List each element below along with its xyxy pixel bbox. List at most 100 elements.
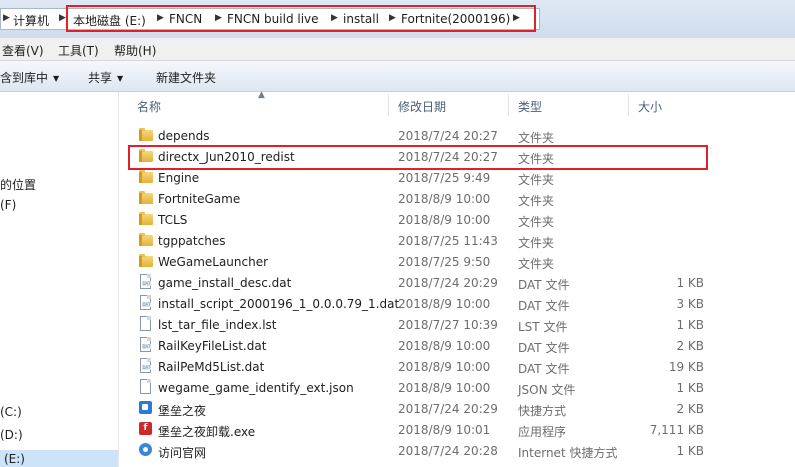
file-date: 2018/8/9 10:00 xyxy=(398,381,491,395)
nav-drive-e-selected[interactable]: (E:) xyxy=(0,450,118,467)
file-size: 1 KB xyxy=(676,276,704,290)
column-divider[interactable] xyxy=(388,94,389,116)
file-type: DAT 文件 xyxy=(518,341,570,355)
file-row[interactable]: f 堡垒之夜卸载.exe 2018/8/9 10:01 应用程序 7,111 K… xyxy=(130,419,795,440)
file-date: 2018/7/24 20:27 xyxy=(398,129,498,143)
file-row[interactable]: WeGameLauncher 2018/7/25 9:50 文件夹 xyxy=(130,251,795,272)
shortcut-icon xyxy=(138,400,154,416)
file-type: LST 文件 xyxy=(518,320,568,334)
dat-file-icon: DAT xyxy=(138,295,154,311)
file-date: 2018/8/9 10:00 xyxy=(398,297,491,311)
file-type: DAT 文件 xyxy=(518,278,570,292)
file-name: install_script_2000196_1_0.0.0.79_1.dat xyxy=(158,297,400,311)
file-size: 2 KB xyxy=(676,402,704,416)
file-row[interactable]: DAT RailKeyFileList.dat 2018/8/9 10:00 D… xyxy=(130,335,795,356)
dat-file-icon: DAT xyxy=(138,358,154,374)
file-row[interactable]: DAT install_script_2000196_1_0.0.0.79_1.… xyxy=(130,293,795,314)
file-type: 文件夹 xyxy=(518,257,555,271)
file-name: wegame_game_identify_ext.json xyxy=(158,381,354,395)
folder-icon xyxy=(138,190,154,206)
file-date: 2018/7/24 20:29 xyxy=(398,276,498,290)
file-type: 文件夹 xyxy=(518,215,555,229)
share-button[interactable]: 共享 ▼ xyxy=(88,69,123,86)
file-name: depends xyxy=(158,129,210,143)
file-date: 2018/7/25 9:50 xyxy=(398,255,491,269)
chevron-right-icon[interactable]: ▶ xyxy=(59,13,66,23)
file-name: 堡垒之夜 xyxy=(158,404,207,418)
file-date: 2018/7/24 20:29 xyxy=(398,402,498,416)
file-date: 2018/8/9 10:00 xyxy=(398,192,491,206)
menu-view[interactable]: 查看(V) xyxy=(2,42,44,59)
file-row[interactable]: 堡垒之夜 2018/7/24 20:29 快捷方式 2 KB xyxy=(130,398,795,419)
dropdown-arrow-icon: ▼ xyxy=(53,74,60,83)
file-row[interactable]: 访问官网 2018/7/24 20:28 Internet 快捷方式 1 KB xyxy=(130,440,795,461)
column-header-name[interactable]: 名称 xyxy=(137,98,161,115)
nav-drive-c[interactable]: (C:) xyxy=(0,405,22,419)
file-row[interactable]: lst_tar_file_index.lst 2018/7/27 10:39 L… xyxy=(130,314,795,335)
file-row[interactable]: TCLS 2018/8/9 10:00 文件夹 xyxy=(130,209,795,230)
file-type: 文件夹 xyxy=(518,194,555,208)
share-label: 共享 xyxy=(88,71,113,85)
file-type: DAT 文件 xyxy=(518,299,570,313)
file-size: 2 KB xyxy=(676,339,704,353)
folder-icon xyxy=(138,232,154,248)
file-date: 2018/8/9 10:01 xyxy=(398,423,491,437)
nav-drive-d[interactable]: (D:) xyxy=(0,428,23,442)
file-name: WeGameLauncher xyxy=(158,255,269,269)
file-type: 文件夹 xyxy=(518,173,555,187)
file-date: 2018/8/9 10:00 xyxy=(398,360,491,374)
folder-icon xyxy=(138,253,154,269)
column-header-date[interactable]: 修改日期 xyxy=(398,98,446,115)
file-row[interactable]: wegame_game_identify_ext.json 2018/8/9 1… xyxy=(130,377,795,398)
menu-help[interactable]: 帮助(H) xyxy=(114,42,156,59)
file-name: lst_tar_file_index.lst xyxy=(158,318,277,332)
column-divider[interactable] xyxy=(628,94,629,116)
row-highlight-box xyxy=(128,145,708,170)
menu-tools[interactable]: 工具(T) xyxy=(58,42,99,59)
file-icon xyxy=(138,379,154,395)
file-row[interactable]: tgppatches 2018/7/25 11:43 文件夹 xyxy=(130,230,795,251)
navigation-pane[interactable]: 的位置 (F) (C:) (D:) xyxy=(0,92,119,467)
file-date: 2018/8/9 10:00 xyxy=(398,213,491,227)
column-divider[interactable] xyxy=(508,94,509,116)
file-row[interactable]: Engine 2018/7/25 9:49 文件夹 xyxy=(130,167,795,188)
file-name: TCLS xyxy=(158,213,188,227)
file-date: 2018/7/27 10:39 xyxy=(398,318,498,332)
file-row[interactable]: DAT RailPeMd5List.dat 2018/8/9 10:00 DAT… xyxy=(130,356,795,377)
column-header-type[interactable]: 类型 xyxy=(518,98,542,115)
file-date: 2018/7/25 11:43 xyxy=(398,234,498,248)
chevron-right-icon[interactable]: ▶ xyxy=(3,13,10,23)
file-type: 快捷方式 xyxy=(518,404,567,418)
file-size: 1 KB xyxy=(676,444,704,458)
column-headers: ▲ 名称 修改日期 类型 大小 xyxy=(130,90,795,118)
file-type: Internet 快捷方式 xyxy=(518,446,618,460)
file-name: 访问官网 xyxy=(158,446,207,460)
file-date: 2018/7/25 9:49 xyxy=(398,171,491,185)
nav-drive-e-label: (E:) xyxy=(4,452,25,466)
file-row[interactable]: DAT game_install_desc.dat 2018/7/24 20:2… xyxy=(130,272,795,293)
column-header-size[interactable]: 大小 xyxy=(638,98,662,115)
file-type: JSON 文件 xyxy=(518,383,576,397)
include-in-library-button[interactable]: 含到库中 ▼ xyxy=(0,69,59,86)
file-row[interactable]: depends 2018/7/24 20:27 文件夹 xyxy=(130,125,795,146)
file-name: RailKeyFileList.dat xyxy=(158,339,267,353)
new-folder-button[interactable]: 新建文件夹 xyxy=(156,69,216,86)
file-size: 3 KB xyxy=(676,297,704,311)
file-size: 1 KB xyxy=(676,381,704,395)
file-name: Engine xyxy=(158,171,200,185)
file-name: 堡垒之夜卸载.exe xyxy=(158,425,256,439)
exe-icon: f xyxy=(138,421,154,437)
folder-icon xyxy=(138,211,154,227)
file-name: FortniteGame xyxy=(158,192,241,206)
file-type: 文件夹 xyxy=(518,131,555,145)
folder-icon xyxy=(138,127,154,143)
file-row[interactable]: FortniteGame 2018/8/9 10:00 文件夹 xyxy=(130,188,795,209)
breadcrumb-computer[interactable]: 计算机 xyxy=(13,12,49,29)
folder-icon xyxy=(138,169,154,185)
file-size: 7,111 KB xyxy=(649,423,704,437)
nav-item-f[interactable]: (F) xyxy=(0,198,16,212)
internet-shortcut-icon xyxy=(138,442,154,458)
include-in-library-label: 含到库中 xyxy=(0,71,49,85)
nav-item-places[interactable]: 的位置 xyxy=(0,176,36,193)
sort-ascending-icon: ▲ xyxy=(258,90,265,100)
